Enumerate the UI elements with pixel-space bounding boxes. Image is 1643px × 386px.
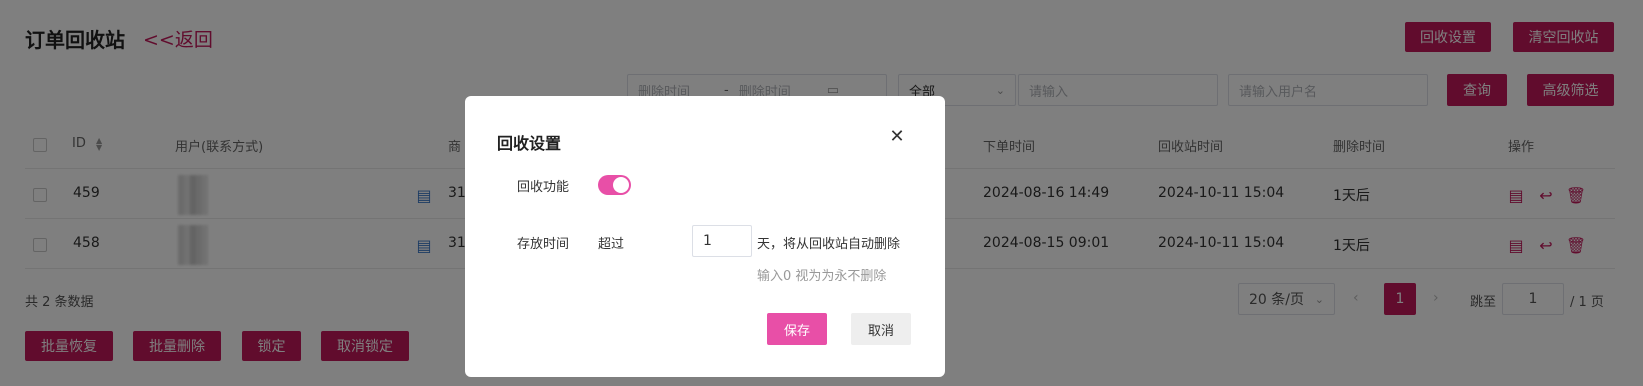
recycle-function-toggle[interactable] (598, 175, 631, 195)
days-input[interactable]: 1 (692, 225, 752, 257)
storage-time-label: 存放时间 (517, 237, 570, 252)
days-suffix: 天，将从回收站自动删除 (757, 237, 901, 252)
dialog-title: 回收设置 (497, 134, 562, 153)
recycle-function-label: 回收功能 (517, 180, 570, 195)
close-icon[interactable]: ✕ (889, 126, 905, 147)
recycle-settings-dialog: 回收设置 ✕ 回收功能 存放时间 超过 1 天，将从回收站自动删除 输入0 视为… (465, 96, 945, 377)
save-button[interactable]: 保存 (767, 313, 827, 345)
cancel-button[interactable]: 取消 (851, 313, 911, 345)
toggle-knob (613, 177, 629, 193)
over-label: 超过 (598, 237, 625, 252)
storage-hint: 输入0 视为为永不删除 (757, 269, 887, 284)
